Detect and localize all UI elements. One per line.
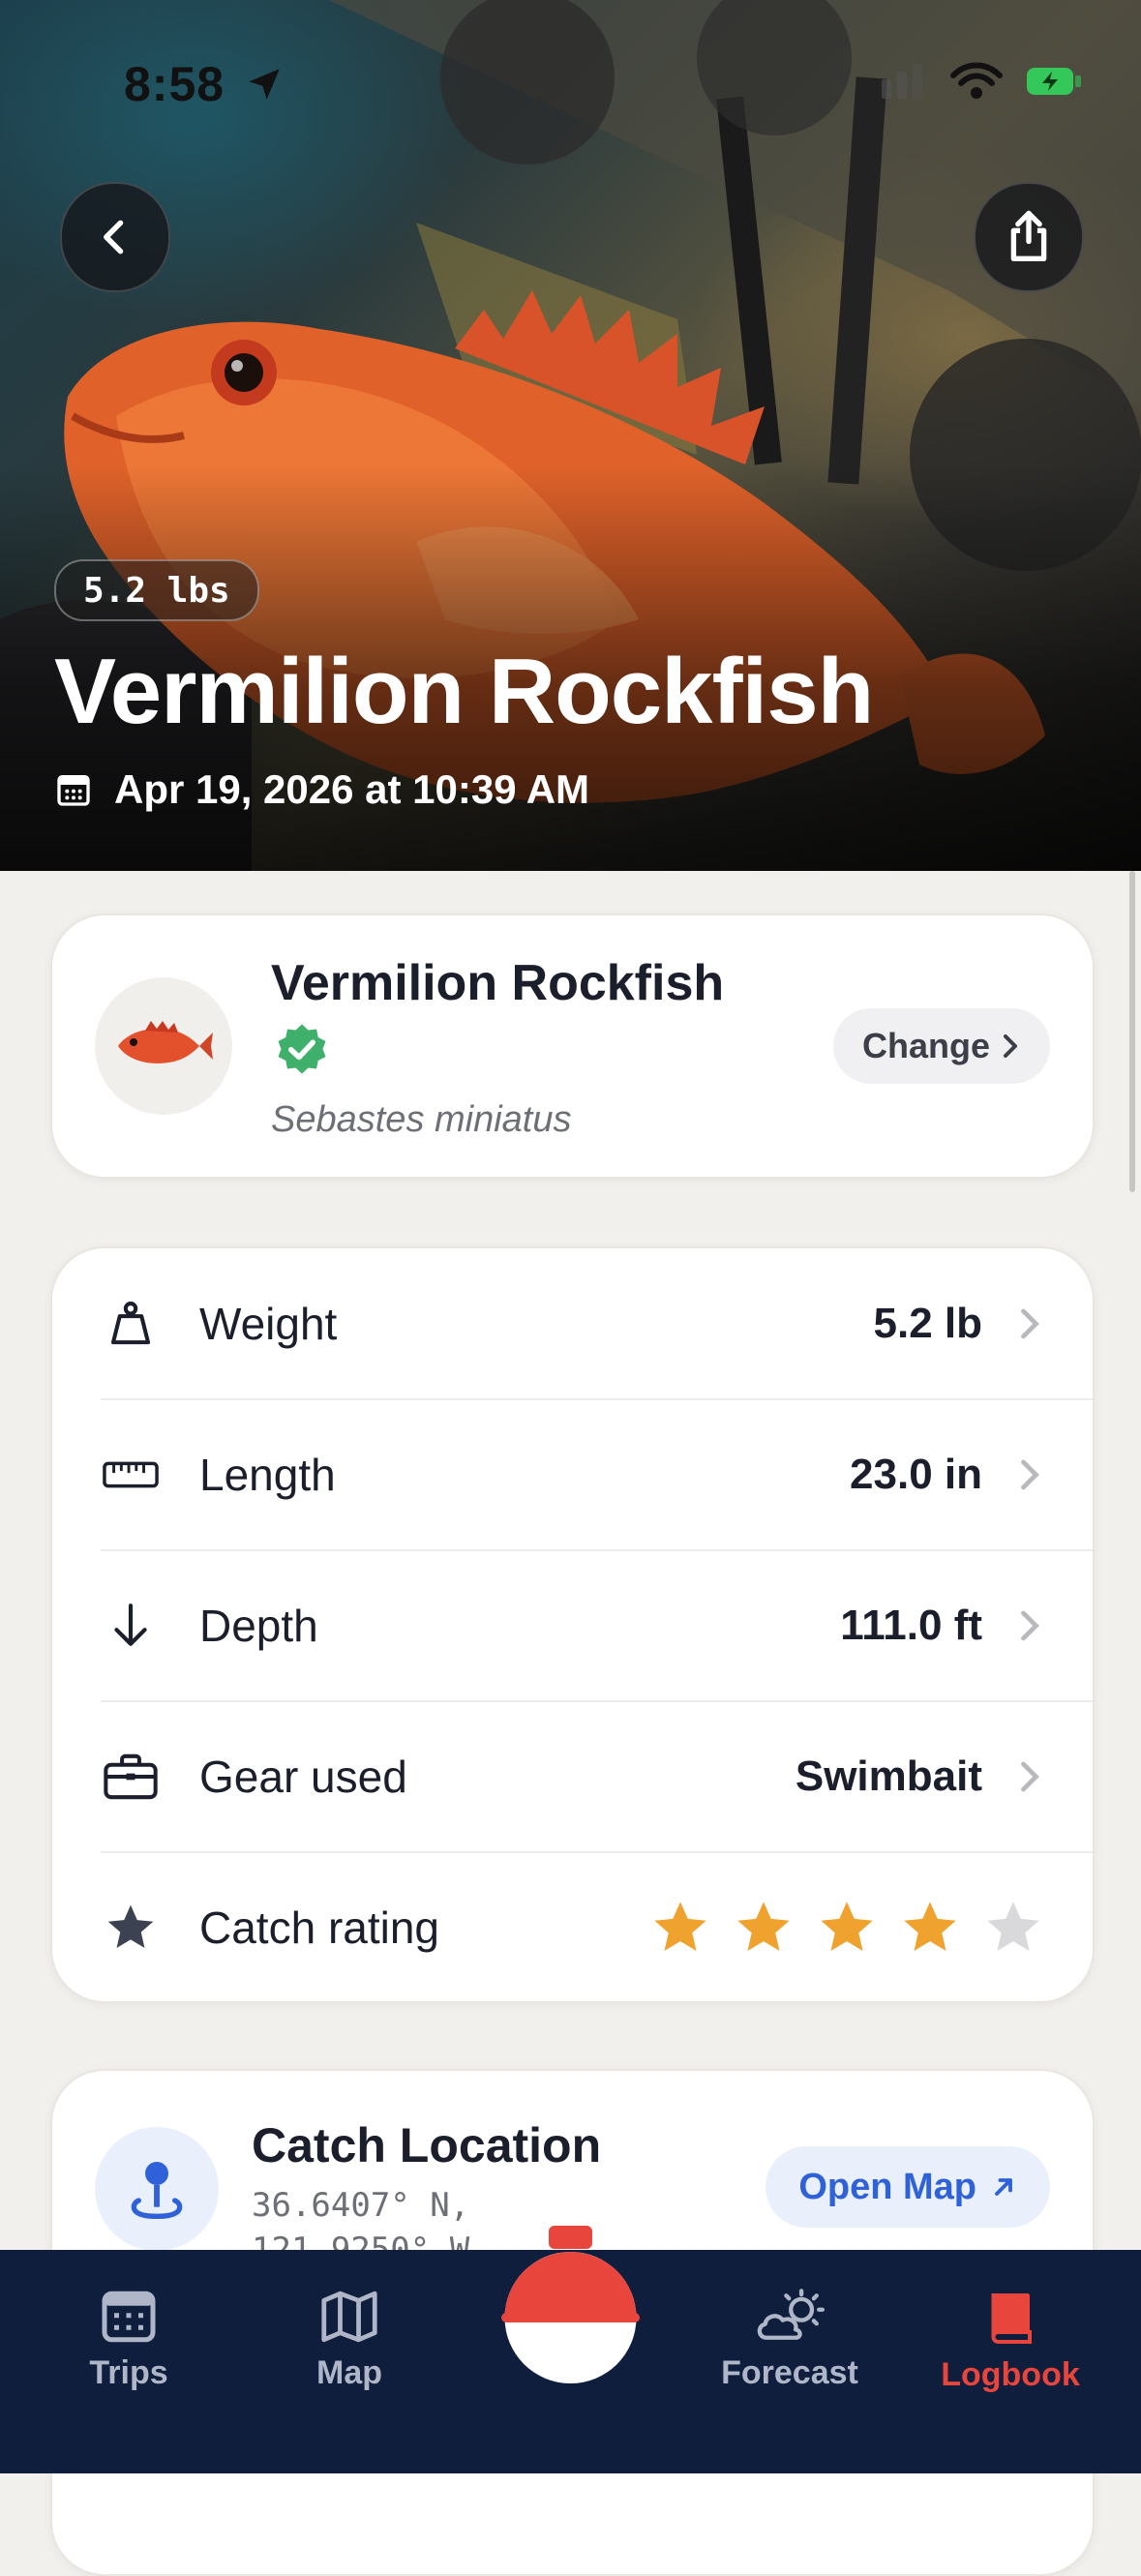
tab-map[interactable]: Map	[253, 2289, 446, 2392]
verified-badge-icon	[278, 1024, 326, 1074]
detail-row-length[interactable]: Length 23.0 in	[52, 1399, 1093, 1549]
chevron-right-icon	[1004, 1034, 1017, 1058]
species-avatar	[95, 977, 232, 1115]
detail-label-weight: Weight	[199, 1298, 338, 1349]
star-empty-icon[interactable]	[982, 1897, 1044, 1959]
tab-forecast[interactable]: Forecast	[693, 2289, 886, 2392]
species-name: Vermilion Rockfish	[271, 955, 725, 1011]
hero-title: Vermilion Rockfish	[54, 640, 874, 743]
ruler-icon	[103, 1447, 159, 1503]
detail-value-weight: 5.2 lb	[873, 1299, 983, 1347]
add-catch-bobber-button[interactable]	[501, 2226, 640, 2385]
chevron-right-icon	[1021, 1308, 1039, 1338]
detail-row-depth[interactable]: Depth 111.0 ft	[52, 1550, 1093, 1700]
catch-details-card: Weight 5.2 lb Length 23.0 in Depth 111.0…	[50, 1246, 1095, 2003]
status-indicators	[866, 62, 1083, 101]
star-icon	[103, 1900, 159, 1956]
catch-date: Apr 19, 2026 at 10:39 AM	[54, 766, 589, 813]
star-filled-icon[interactable]	[649, 1897, 711, 1959]
map-icon	[321, 2291, 377, 2343]
star-filled-icon[interactable]	[733, 1897, 795, 1959]
weight-icon	[103, 1296, 159, 1352]
rockfish-icon	[118, 1021, 213, 1063]
share-button[interactable]	[974, 182, 1084, 292]
open-map-button[interactable]: Open Map	[766, 2146, 1050, 2228]
detail-value-gear: Swimbait	[795, 1752, 982, 1800]
change-species-button[interactable]: Change	[832, 1008, 1050, 1084]
change-species-label: Change	[861, 1026, 990, 1065]
tab-map-label: Map	[316, 2354, 382, 2391]
detail-value-depth: 111.0 ft	[840, 1601, 982, 1649]
chevron-left-icon	[104, 220, 124, 255]
wifi-icon	[950, 62, 1003, 99]
detail-label-rating: Catch rating	[199, 1902, 440, 1953]
detail-row-rating: Catch rating	[52, 1852, 1093, 2002]
detail-label-depth: Depth	[199, 1600, 318, 1651]
battery-charging-icon	[1027, 68, 1081, 95]
tab-forecast-label: Forecast	[721, 2354, 858, 2391]
detail-row-weight[interactable]: Weight 5.2 lb	[52, 1248, 1093, 1398]
location-pin-icon	[95, 2127, 219, 2251]
status-time: 8:58	[124, 57, 225, 111]
chevron-right-icon	[1021, 1459, 1039, 1489]
tab-trips[interactable]: Trips	[32, 2289, 225, 2392]
arrow-up-right-icon	[995, 2178, 1012, 2196]
cellular-signal-icon	[866, 64, 922, 99]
location-title: Catch Location	[252, 2118, 602, 2172]
arrow-down-icon	[103, 1598, 159, 1654]
back-button[interactable]	[60, 182, 170, 292]
detail-value-length: 23.0 in	[850, 1450, 982, 1498]
catch-rating-stars[interactable]	[649, 1897, 1044, 1959]
chevron-right-icon	[1021, 1761, 1039, 1791]
weight-chip: 5.2 lbs	[54, 559, 259, 621]
share-icon	[1010, 210, 1047, 261]
weather-icon	[757, 2289, 826, 2340]
book-icon	[991, 2293, 1032, 2344]
calendar-icon	[57, 775, 90, 806]
calendar-icon	[102, 2291, 156, 2343]
briefcase-icon	[103, 1749, 159, 1805]
tab-logbook-label: Logbook	[941, 2356, 1080, 2393]
detail-label-length: Length	[199, 1449, 336, 1500]
tab-logbook[interactable]: Logbook	[914, 2289, 1107, 2394]
detail-row-gear[interactable]: Gear used Swimbait	[52, 1701, 1093, 1851]
species-scientific-name: Sebastes miniatus	[271, 1099, 572, 1140]
species-card: Vermilion Rockfish Sebastes miniatus Cha…	[50, 914, 1095, 1179]
scroll-indicator[interactable]	[1129, 871, 1135, 1192]
location-arrow-icon	[249, 69, 280, 100]
star-filled-icon[interactable]	[899, 1897, 961, 1959]
location-latitude: 36.6407° N,	[252, 2186, 470, 2225]
catch-date-text: Apr 19, 2026 at 10:39 AM	[114, 766, 590, 812]
tab-trips-label: Trips	[89, 2354, 168, 2391]
detail-label-gear: Gear used	[199, 1751, 407, 1802]
chevron-right-icon	[1021, 1610, 1039, 1640]
open-map-label: Open Map	[798, 2166, 976, 2207]
star-filled-icon[interactable]	[816, 1897, 878, 1959]
